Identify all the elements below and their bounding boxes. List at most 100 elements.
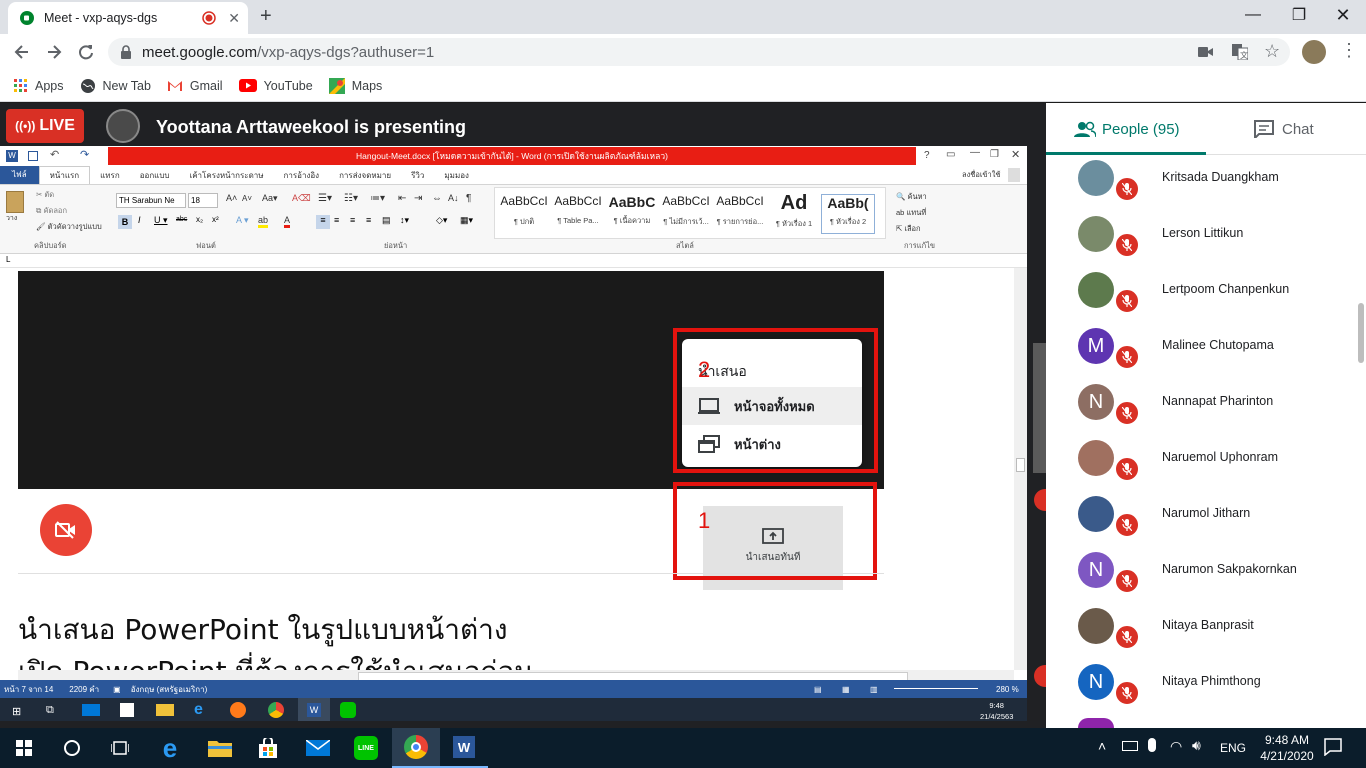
word-tab[interactable]: มุมมอง	[434, 169, 479, 182]
store-icon[interactable]	[244, 728, 292, 768]
style-table-paragraph[interactable]: AaBbCcI ¶ Table Pa...	[551, 194, 605, 234]
font-color-icon[interactable]: A	[284, 215, 291, 228]
font-size-select[interactable]: 18	[188, 193, 218, 208]
edge-icon[interactable]: e	[146, 728, 194, 768]
shrink-font-icon[interactable]: A˅	[242, 194, 252, 203]
chrome-icon[interactable]	[392, 728, 440, 768]
redo-icon[interactable]: ↷	[80, 148, 89, 161]
line-spacing-icon[interactable]: ↕▾	[400, 215, 409, 226]
back-icon[interactable]	[12, 42, 32, 62]
start-button[interactable]	[0, 728, 48, 768]
end-call-button[interactable]	[40, 504, 92, 556]
word-tab[interactable]: ออกแบบ	[130, 169, 180, 182]
style-no-spacing[interactable]: AaBbCcI ¶ ไม่มีการเว้...	[659, 194, 713, 234]
bold-button[interactable]: B	[118, 215, 132, 229]
style-body-text[interactable]: AaBbC ¶ เนื้อความ	[605, 194, 659, 234]
word-tab-file[interactable]: ไฟล์	[0, 166, 39, 184]
numbering-icon[interactable]: ☷▾	[344, 193, 358, 204]
print-layout-icon[interactable]: ▦	[842, 685, 850, 694]
tab-close-icon[interactable]: ✕	[228, 10, 240, 27]
bookmark-star-icon[interactable]: ☆	[1264, 41, 1280, 62]
text-effects-icon[interactable]: A ▾	[236, 215, 249, 226]
participant-item[interactable]: Naruemol Uphonram	[1046, 436, 1346, 492]
bookmark-apps[interactable]: Apps	[14, 78, 64, 93]
justify-button[interactable]: ≡	[366, 215, 371, 225]
volume-icon[interactable]: 🔊︎	[1192, 737, 1201, 754]
word-vertical-scrollbar[interactable]	[1014, 268, 1027, 670]
paste-button[interactable]: วาง	[6, 191, 28, 223]
zoom-slider[interactable]	[894, 688, 978, 689]
grow-font-icon[interactable]: A˄	[226, 193, 237, 203]
microphone-icon[interactable]	[1148, 738, 1156, 752]
font-name-select[interactable]: TH Sarabun Ne	[116, 193, 186, 208]
new-tab-button[interactable]: +	[260, 5, 272, 28]
thai-distribute-icon[interactable]: ⇔	[432, 193, 442, 204]
italic-button[interactable]: I	[138, 215, 141, 225]
proofing-icon[interactable]: ▣	[113, 685, 121, 694]
sort-icon[interactable]: A↓	[448, 193, 459, 203]
participant-item[interactable]: N Nitaya Phimthong	[1046, 660, 1346, 716]
mail-icon[interactable]	[294, 728, 342, 768]
tab-people[interactable]: People (95)	[1074, 103, 1180, 155]
find-button[interactable]: 🔍 ค้นหา	[896, 191, 927, 203]
inner-firefox-icon[interactable]	[230, 702, 246, 718]
multilevel-list-icon[interactable]: ≔▾	[370, 193, 385, 204]
superscript-button[interactable]: x²	[212, 215, 219, 224]
word-tab-home[interactable]: หน้าแรก	[38, 166, 91, 184]
inner-word-icon[interactable]: W	[298, 698, 330, 721]
bookmark-new-tab[interactable]: New Tab	[80, 78, 151, 94]
align-right-button[interactable]: ≡	[350, 215, 355, 225]
inner-chrome-icon[interactable]	[268, 702, 284, 718]
word-help-icon[interactable]: ?	[924, 150, 930, 161]
word-tab[interactable]: รีวิว	[401, 169, 434, 182]
address-bar[interactable]: meet.google.com/vxp-aqys-dgs?authuser=1 …	[108, 38, 1290, 66]
distributed-button[interactable]: ▤	[382, 215, 391, 226]
participant-item[interactable]: Kritsada Duangkham	[1046, 156, 1346, 212]
bookmark-youtube[interactable]: YouTube	[238, 79, 313, 93]
word-tab[interactable]: เค้าโครงหน้ากระดาษ	[179, 169, 273, 182]
align-left-button[interactable]: ≡	[316, 215, 330, 229]
strikethrough-button[interactable]: abc	[176, 216, 187, 223]
language-status[interactable]: อังกฤษ (สหรัฐอเมริกา)	[131, 683, 208, 696]
show-hidden-icons[interactable]: ˄	[1098, 738, 1106, 754]
word-count[interactable]: 2209 คำ	[69, 683, 99, 696]
participant-item[interactable]: Nitaya Banprasit	[1046, 604, 1346, 660]
style-list-paragraph[interactable]: AaBbCcI ¶ รายการย่อ...	[713, 194, 767, 234]
tab-chat[interactable]: Chat	[1254, 103, 1314, 155]
browser-tab[interactable]: Meet - vxp-aqys-dgs ✕	[8, 2, 248, 34]
minimize-button[interactable]: —	[1230, 0, 1276, 30]
inner-taskview-icon[interactable]: ⧉	[46, 704, 54, 717]
style-heading-1[interactable]: Ad ¶ หัวเรื่อง 1	[767, 194, 821, 234]
zoom-level[interactable]: 280 %	[996, 685, 1019, 694]
wifi-icon[interactable]: ◠	[1170, 738, 1182, 755]
inner-mail-icon[interactable]	[82, 704, 100, 716]
shading-icon[interactable]: ◇▾	[436, 215, 447, 226]
participant-item[interactable]: N Nannapat Pharinton	[1046, 380, 1346, 436]
align-center-button[interactable]: ≡	[334, 215, 339, 225]
camera-in-use-icon[interactable]	[1198, 46, 1214, 58]
inner-store-icon[interactable]	[120, 703, 134, 717]
underline-button[interactable]: U ▾	[154, 215, 168, 226]
select-button[interactable]: ⇱ เลือก	[896, 223, 921, 235]
maximize-button[interactable]: ❐	[1276, 0, 1322, 30]
subscript-button[interactable]: x₂	[196, 215, 203, 224]
copy-button[interactable]: ⧉ คัดลอก	[36, 205, 67, 217]
profile-avatar[interactable]	[1302, 40, 1326, 64]
cut-button[interactable]: ✂ ตัด	[36, 189, 54, 201]
line-app-icon[interactable]: LINE	[342, 728, 390, 768]
increase-indent-icon[interactable]: ⇥	[414, 193, 422, 204]
inner-edge-icon[interactable]: e	[194, 701, 203, 719]
web-layout-icon[interactable]: ▥	[870, 685, 878, 694]
clear-formatting-icon[interactable]: A⌫	[292, 193, 311, 204]
inner-start-icon[interactable]: ⊞	[12, 705, 21, 718]
notifications-icon[interactable]	[1324, 738, 1342, 756]
taskbar-clock[interactable]: 9:48 AM 4/21/2020	[1252, 732, 1322, 764]
forward-icon[interactable]	[44, 42, 64, 62]
word-close-button[interactable]: ✕	[1011, 148, 1020, 161]
replace-button[interactable]: ab แทนที่	[896, 207, 926, 219]
word-maximize-button[interactable]: ❐	[990, 149, 999, 160]
word-signin[interactable]: ลงชื่อเข้าใช้	[962, 169, 1001, 181]
word-taskbar-icon[interactable]: W	[440, 728, 488, 768]
menu-icon[interactable]: ⋮	[1340, 40, 1358, 61]
search-circle-icon[interactable]	[48, 728, 96, 768]
